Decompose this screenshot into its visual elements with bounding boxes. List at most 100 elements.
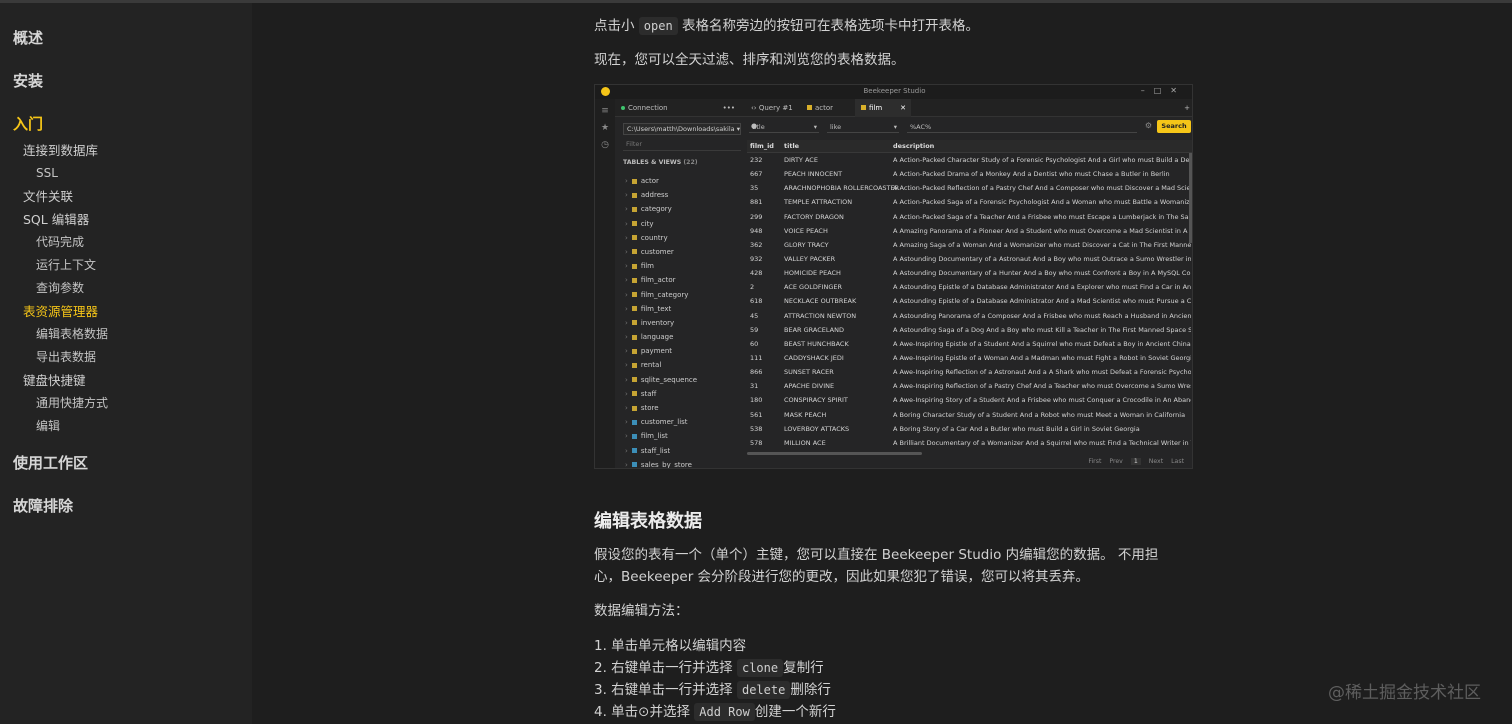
grid-cell: A Astounding Epistle of a Database Admin… — [893, 283, 1191, 292]
grid-cell: 618 — [750, 297, 763, 306]
text: 创建一个新行 — [754, 704, 836, 720]
nav-workspaces[interactable]: 使用工作区 — [0, 450, 252, 493]
sidebar-subitem[interactable]: 表资源管理器 — [0, 300, 252, 323]
table-row: 948 VOICE PEACH A Amazing Panorama of a Pi… — [747, 224, 1192, 238]
table-row: 59 BEAR GRACELAND A Astounding Saga of a D… — [747, 323, 1192, 337]
grid-cell: APACHE DIVINE — [784, 382, 835, 391]
grid-cell: ATTRACTION NEWTON — [784, 311, 857, 320]
sidebar-subitem[interactable]: 查询参数 — [0, 277, 252, 300]
nav-troubleshooting[interactable]: 故障排除 — [0, 493, 252, 536]
table-name: film_category — [640, 290, 689, 299]
table-row: 232 DIRTY ACE A Action-Packed Character St… — [747, 153, 1192, 167]
sidebar-subitem[interactable]: 导出表数据 — [0, 346, 252, 369]
grid-body: 232 DIRTY ACE A Action-Packed Character St… — [747, 153, 1192, 450]
inline-code-open: open — [638, 17, 678, 35]
grid-cell: 31 — [750, 382, 759, 391]
grid-cell: 60 — [750, 339, 759, 348]
table-icon — [861, 105, 866, 110]
grid-cell: 45 — [750, 311, 759, 320]
paragraph-browse: 现在，您可以全天过滤、排序和浏览您的表格数据。 — [594, 52, 905, 68]
table-icon — [631, 263, 637, 269]
grid-cell: A Astounding Epistle of a Database Admin… — [893, 297, 1191, 306]
grid-cell: A Awe-Inspiring Reflection of a Pastry C… — [893, 382, 1191, 391]
table-icon — [631, 235, 637, 241]
grid-cell: A Awe-Inspiring Epistle of a Student And… — [893, 339, 1191, 348]
pager-first: First — [1088, 458, 1102, 465]
pagination: First Prev 1 Next Last — [1088, 458, 1184, 465]
history-icon: ◷ — [601, 140, 609, 150]
grid-cell: 2 — [750, 283, 755, 292]
table-row: 428 HOMICIDE PEACH A Astounding Documentar… — [747, 266, 1192, 280]
view-icon — [631, 433, 637, 439]
connected-dot-icon — [621, 106, 625, 110]
chevron-right-icon: › — [625, 432, 628, 441]
grid-cell: 59 — [750, 325, 759, 334]
table-name: film_text — [640, 304, 672, 313]
grid-cell: A Awe-Inspiring Story of a Student And a… — [893, 396, 1191, 405]
operator-select: like ▾ — [827, 121, 899, 133]
table-list-item: › category — [623, 202, 741, 216]
table-name: customer_list — [640, 418, 688, 427]
sidebar-subitem[interactable]: 代码完成 — [0, 231, 252, 254]
chevron-right-icon: › — [625, 205, 628, 214]
app-tab-bar: Connection ••• ‹› Query #1 ● actor film … — [615, 99, 1192, 130]
chevron-right-icon: › — [625, 318, 628, 327]
sidebar-subitem[interactable]: 连接到数据库 — [0, 139, 252, 162]
table-row: 180 CONSPIRACY SPIRIT A Awe-Inspiring Stor… — [747, 393, 1192, 407]
chevron-right-icon: › — [625, 418, 628, 427]
table-name: staff — [640, 389, 657, 398]
grid-cell: 561 — [750, 410, 763, 419]
table-list-item: › staff — [623, 387, 741, 401]
app-window-title: Beekeeper Studio — [863, 87, 926, 95]
table-list-item: › store — [623, 401, 741, 415]
table-icon — [631, 277, 637, 283]
chevron-down-icon: ▾ — [893, 123, 897, 131]
table-name: sales_by_store — [640, 460, 692, 469]
grid-cell: 932 — [750, 254, 763, 263]
table-icon — [631, 249, 637, 255]
grid-cell: BEAR GRACELAND — [784, 325, 844, 334]
table-list-item: › film_actor — [623, 273, 741, 287]
list-item: 4. 单击⊙并选择 Add Row 创建一个新行 — [594, 701, 836, 723]
grid-cell: 578 — [750, 438, 763, 447]
sidebar-subitem[interactable]: 文件关联 — [0, 185, 252, 208]
sidebar-subitem[interactable]: SSL — [0, 162, 252, 185]
nav-getting-started[interactable]: 入门 — [0, 111, 252, 139]
heading-edit-table-data: 编辑表格数据 — [594, 511, 702, 532]
sidebar-subitem[interactable]: 编辑 — [0, 415, 252, 438]
grid-cell: 881 — [750, 198, 763, 207]
table-icon — [631, 178, 637, 184]
window-controls-icon: –□✕ — [1140, 86, 1186, 95]
grid-cell: DIRTY ACE — [784, 156, 818, 164]
tab-label: Connection — [628, 104, 668, 112]
sidebar-subitem[interactable]: SQL 编辑器 — [0, 208, 252, 231]
grid-cell: 232 — [750, 156, 763, 164]
table-list-item: › customer_list — [623, 415, 741, 429]
grid-cell: A Action-Packed Saga of a Teacher And a … — [893, 212, 1191, 221]
chevron-right-icon: › — [625, 177, 628, 185]
table-name: rental — [640, 361, 662, 370]
grid-cell: HOMICIDE PEACH — [784, 269, 841, 278]
table-list-item: › rental — [623, 358, 741, 372]
table-icon — [631, 362, 637, 368]
table-list-item: › payment — [623, 344, 741, 358]
column-header: title — [784, 142, 800, 150]
sidebar-subitem[interactable]: 通用快捷方式 — [0, 392, 252, 415]
paragraph-edit-intro: 假设您的表有一个（单个）主键，您可以直接在 Beekeeper Studio 内… — [594, 544, 1158, 588]
sidebar-subitem[interactable]: 运行上下文 — [0, 254, 252, 277]
table-list-item: › film — [623, 259, 741, 273]
nav-overview[interactable]: 概述 — [0, 25, 252, 68]
grid-cell: 35 — [750, 184, 759, 193]
text: 点击小 — [594, 18, 635, 34]
table-row: 932 VALLEY PACKER A Astounding Documentary… — [747, 252, 1192, 266]
pager-last: Last — [1171, 458, 1184, 465]
inline-code-add-row: Add Row — [694, 703, 755, 721]
operator-text: like — [830, 123, 842, 131]
chevron-right-icon: › — [625, 460, 628, 469]
table-list-item: › inventory — [623, 316, 741, 330]
grid-cell: LOVERBOY ATTACKS — [784, 424, 850, 433]
value-input: %AC% — [907, 121, 1137, 133]
sidebar-subitem[interactable]: 键盘快捷键 — [0, 369, 252, 392]
nav-install[interactable]: 安装 — [0, 68, 252, 111]
sidebar-subitem[interactable]: 编辑表格数据 — [0, 323, 252, 346]
